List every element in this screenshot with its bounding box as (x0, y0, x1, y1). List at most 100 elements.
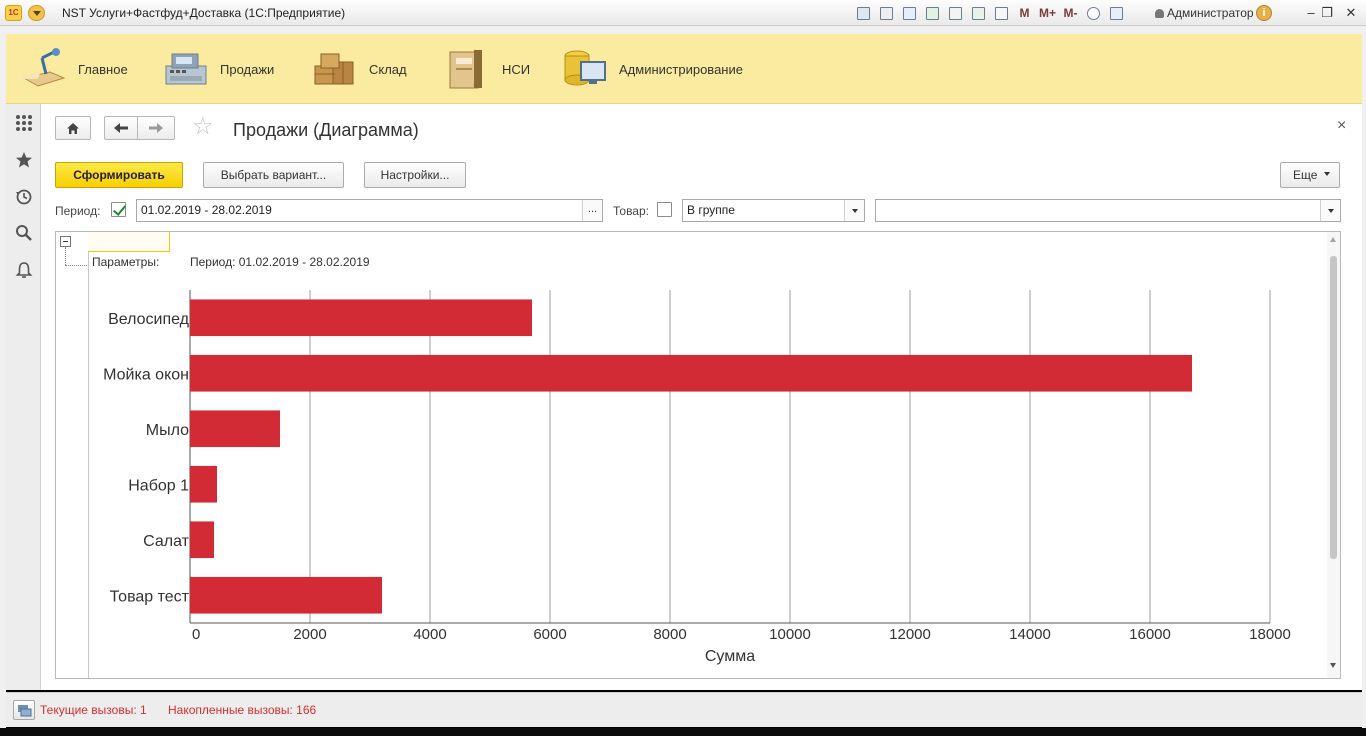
chevron-down-icon[interactable] (844, 200, 864, 221)
category-label: Велосипед (108, 311, 190, 328)
section-main[interactable]: Главное (20, 34, 128, 104)
toolbar-icons: M M+ M- (852, 4, 1128, 22)
period-label: Период: (55, 204, 101, 218)
tick-label: 8000 (653, 626, 686, 643)
back-button[interactable] (104, 116, 137, 140)
title-bar: 1C NST Услуги+Фастфуд+Доставка (1С:Предп… (0, 0, 1366, 26)
calendar-icon[interactable] (990, 4, 1013, 22)
desk-lamp-icon (20, 46, 68, 92)
period-checkbox[interactable] (111, 202, 126, 217)
choose-variant-button[interactable]: Выбрать вариант... (203, 162, 344, 188)
home-icon (67, 122, 79, 134)
report-area: Параметры: Период: 01.02.2019 - 28.02.20… (55, 231, 1341, 679)
tick-label: 2000 (293, 626, 326, 643)
window-frame-right (1362, 26, 1366, 728)
current-user[interactable]: Администратор (1155, 6, 1254, 20)
period-select-button[interactable]: ... (582, 200, 602, 221)
memory-minus-button[interactable]: M- (1059, 4, 1082, 22)
main-menu-button[interactable] (28, 5, 45, 21)
notifications-bell-icon[interactable] (13, 259, 35, 281)
add-to-favorites-star-icon[interactable]: ☆ (192, 115, 214, 139)
close-form-button[interactable]: × (1337, 117, 1346, 135)
save-icon[interactable] (852, 4, 875, 22)
current-calls: Текущие вызовы: 1 (40, 703, 147, 717)
restore-button[interactable]: ❐ (1316, 4, 1338, 22)
scrollbar-thumb[interactable] (1330, 256, 1337, 559)
sales-bar-chart: Велосипед Мойка окон Мыло Набор 1 Салат Товар… (103, 290, 1291, 665)
product-label: Товар: (613, 204, 649, 218)
favorites-star-icon[interactable] (13, 149, 35, 171)
chevron-down-icon (1317, 163, 1333, 187)
settings-button[interactable]: Настройки... (364, 162, 466, 188)
bar (190, 410, 280, 448)
cash-register-icon (162, 46, 210, 92)
accumulated-calls: Накопленные вызовы: 166 (168, 703, 317, 717)
product-checkbox[interactable] (657, 202, 672, 217)
performance-monitor-icon[interactable] (13, 700, 35, 720)
memory-plus-button[interactable]: M+ (1036, 4, 1059, 22)
bar (190, 521, 214, 559)
page-title: Продажи (Диаграмма) (233, 120, 419, 140)
generate-report-button[interactable]: Сформировать (55, 162, 183, 188)
section-reference-data[interactable]: НСИ (444, 34, 530, 104)
section-warehouse[interactable]: Склад (311, 34, 407, 104)
tick-label: 16000 (1129, 626, 1171, 643)
main-content: ☆ Продажи (Диаграмма) × Сформировать Выб… (41, 104, 1362, 690)
bar (190, 465, 217, 503)
info-icon[interactable]: i (1256, 5, 1272, 21)
x-axis-label: Сумма (705, 648, 755, 665)
app-logo-icon: 1C (5, 5, 22, 21)
category-label: Товар тест (110, 588, 190, 605)
forward-button[interactable] (137, 116, 175, 140)
category-label: Мыло (146, 422, 189, 439)
binder-folder-icon (444, 46, 492, 92)
tick-label: 6000 (533, 626, 566, 643)
mail-icon[interactable] (944, 4, 967, 22)
left-sidebar (6, 104, 41, 690)
period-field[interactable]: 01.02.2019 - 28.02.2019 ... (136, 199, 603, 222)
tick-label: 10000 (769, 626, 811, 643)
bar (190, 576, 382, 614)
chevron-down-icon[interactable] (1320, 200, 1340, 221)
category-label: Набор 1 (128, 477, 189, 494)
preview-icon[interactable] (898, 4, 921, 22)
calculator-icon[interactable] (967, 4, 990, 22)
sections-panel: Главное Продажи Склад НСИ Администрирова… (6, 34, 1362, 104)
window-title: NST Услуги+Фастфуд+Доставка (1С:Предприя… (62, 6, 346, 20)
bar (190, 299, 532, 337)
warehouse-boxes-icon (311, 46, 359, 92)
tick-label: 12000 (889, 626, 931, 643)
memory-m-button[interactable]: M (1013, 4, 1036, 22)
print-icon[interactable] (875, 4, 898, 22)
tick-label: 4000 (413, 626, 446, 643)
apps-grid-icon[interactable] (13, 112, 35, 134)
more-menu-button[interactable]: Еще (1280, 162, 1340, 188)
search-icon[interactable] (13, 222, 35, 244)
arrow-right-icon (149, 123, 163, 133)
panels-icon[interactable] (1105, 4, 1128, 22)
tick-label: 18000 (1249, 626, 1291, 643)
database-monitor-icon (561, 46, 609, 92)
section-sales[interactable]: Продажи (162, 34, 274, 104)
home-button[interactable] (55, 116, 91, 140)
upload-icon[interactable] (921, 4, 944, 22)
status-bar: Текущие вызовы: 1 Накопленные вызовы: 16… (6, 692, 1362, 727)
comparison-select[interactable]: В группе (682, 199, 865, 222)
tick-label: 14000 (1009, 626, 1051, 643)
taskbar (0, 728, 1366, 736)
arrow-left-icon (114, 123, 128, 133)
close-window-button[interactable]: ✕ (1340, 4, 1362, 22)
category-label: Мойка окон (103, 366, 189, 383)
scroll-up-icon[interactable] (1330, 237, 1336, 242)
section-administration[interactable]: Администрирование (561, 34, 743, 104)
product-field[interactable] (875, 199, 1341, 222)
bar (190, 354, 1192, 392)
tick-label: 0 (192, 626, 200, 643)
category-label: Салат (143, 533, 190, 550)
scroll-down-icon[interactable] (1330, 663, 1336, 668)
report-scrollbar[interactable] (1327, 232, 1340, 678)
history-icon[interactable] (13, 186, 35, 208)
user-icon (1155, 9, 1164, 18)
zoom-icon[interactable] (1082, 4, 1105, 22)
window-frame (0, 26, 1366, 34)
